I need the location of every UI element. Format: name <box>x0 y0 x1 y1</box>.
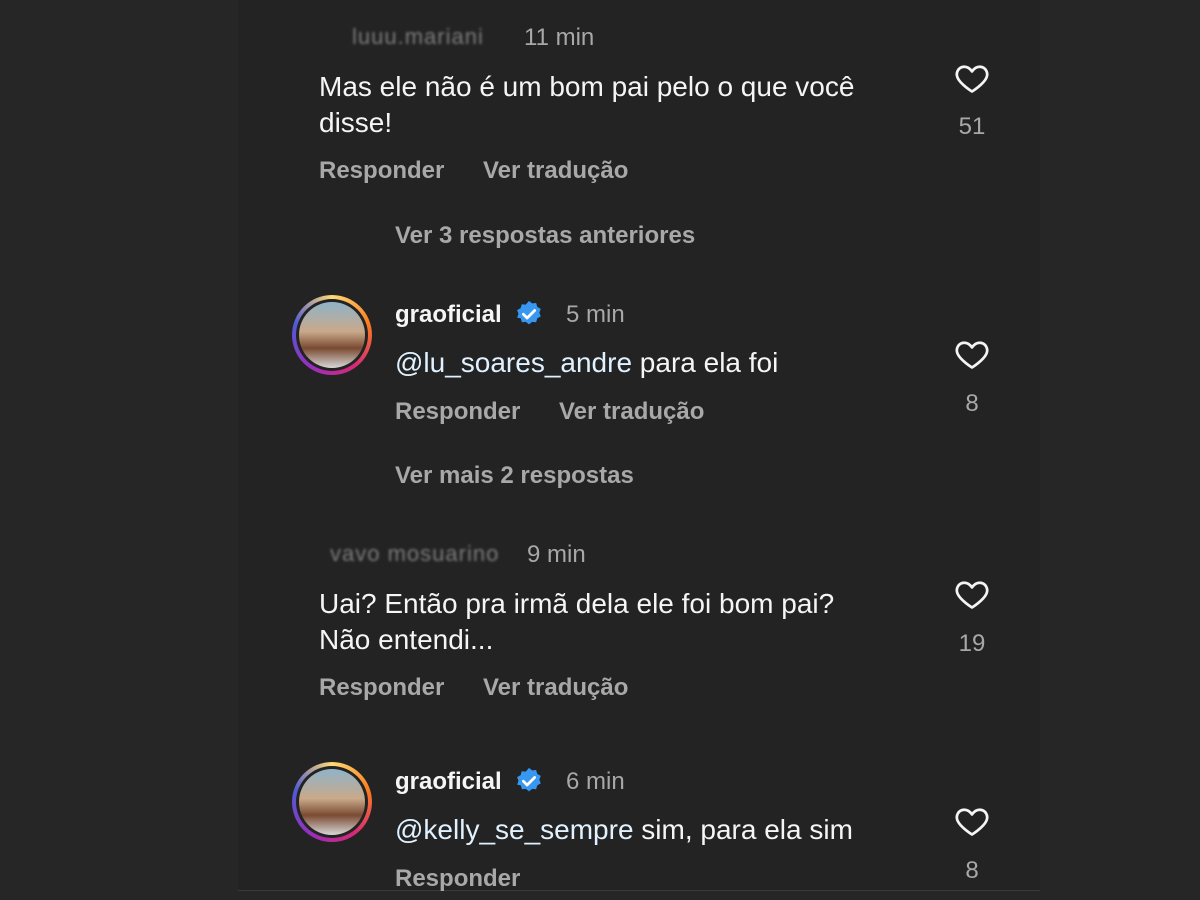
mention-link[interactable]: @kelly_se_sempre <box>395 814 634 845</box>
translate-button[interactable]: Ver tradução <box>559 398 704 426</box>
heart-outline-icon[interactable] <box>952 576 992 612</box>
avatar-photo <box>299 302 365 368</box>
like-count: 19 <box>958 630 986 657</box>
divider <box>238 890 1040 891</box>
verified-badge-icon <box>517 300 541 325</box>
comment-username[interactable]: graoficial <box>395 768 502 796</box>
verified-badge-icon <box>517 767 541 792</box>
view-more-replies-button[interactable]: Ver mais 2 respostas <box>395 462 634 490</box>
reply-button[interactable]: Responder <box>395 865 520 893</box>
comment-username[interactable]: vavo mosuarino <box>330 541 499 567</box>
translate-button[interactable]: Ver tradução <box>483 157 628 185</box>
reply-button[interactable]: Responder <box>395 398 520 426</box>
comment-time: 11 min <box>524 24 595 51</box>
like-count: 8 <box>965 390 979 417</box>
comment-time: 6 min <box>566 768 625 795</box>
avatar[interactable] <box>292 295 372 375</box>
avatar[interactable] <box>292 762 372 842</box>
comment-body: sim, para ela sim <box>633 814 853 845</box>
reply-button[interactable]: Responder <box>319 157 444 185</box>
translate-button[interactable]: Ver tradução <box>483 674 628 702</box>
comment-text: @lu_soares_andre para ela foi <box>395 345 778 381</box>
comment-text-line-1: Uai? Então pra irmã dela ele foi bom pai… <box>319 588 835 619</box>
comment-username[interactable]: luuu.mariani <box>352 24 484 50</box>
view-previous-replies-button[interactable]: Ver 3 respostas anteriores <box>395 222 695 250</box>
mention-link[interactable]: @lu_soares_andre <box>395 347 632 378</box>
comment-username[interactable]: graoficial <box>395 301 502 329</box>
comment-text: @kelly_se_sempre sim, para ela sim <box>395 812 853 848</box>
comment-time: 9 min <box>527 541 586 568</box>
like-count: 8 <box>965 857 979 884</box>
comment-time: 5 min <box>566 301 625 328</box>
comment-text-line-1: Mas ele não é um bom pai pelo o que você <box>319 71 855 102</box>
reply-button[interactable]: Responder <box>319 674 444 702</box>
comment-text-line-2: disse! <box>319 107 393 138</box>
heart-outline-icon[interactable] <box>952 336 992 372</box>
comment-body: para ela foi <box>632 347 779 378</box>
avatar-photo <box>299 769 365 835</box>
like-count: 51 <box>958 113 986 140</box>
comment-text-line-2: Não entendi... <box>319 624 494 655</box>
heart-outline-icon[interactable] <box>952 60 992 96</box>
heart-outline-icon[interactable] <box>952 803 992 839</box>
